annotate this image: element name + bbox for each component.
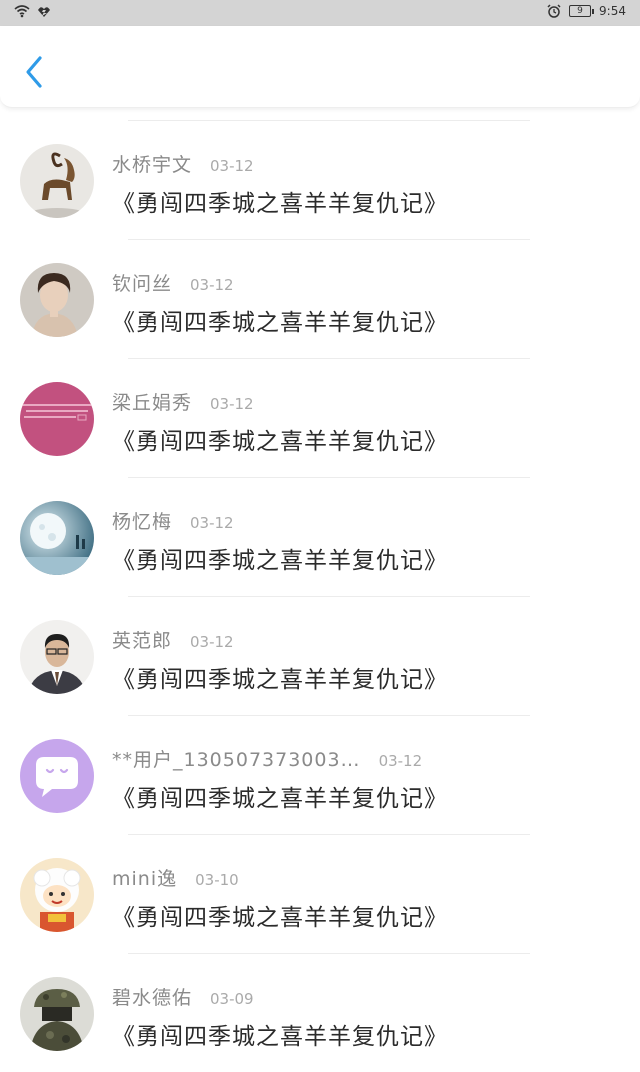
list-item[interactable]: mini逸 03-10 《勇闯四季城之喜羊羊复仇记》 — [0, 834, 640, 953]
comment-title[interactable]: 《勇闯四季城之喜羊羊复仇记》 — [112, 779, 448, 813]
comment-date: 03-12 — [210, 157, 254, 175]
comment-title[interactable]: 《勇闯四季城之喜羊羊复仇记》 — [112, 422, 448, 456]
avatar[interactable] — [20, 144, 94, 218]
battery-icon: 9 — [569, 5, 595, 17]
user-name[interactable]: 碧水德佑 — [112, 983, 192, 1010]
avatar[interactable] — [20, 382, 94, 456]
user-name[interactable]: mini逸 — [112, 864, 177, 891]
avatar[interactable] — [20, 501, 94, 575]
list-item[interactable]: 梁丘娟秀 03-12 《勇闯四季城之喜羊羊复仇记》 — [0, 358, 640, 477]
list-item[interactable]: 钦问丝 03-12 《勇闯四季城之喜羊羊复仇记》 — [0, 239, 640, 358]
divider — [128, 715, 530, 716]
list-item[interactable]: 水桥宇文 03-12 《勇闯四季城之喜羊羊复仇记》 — [0, 120, 640, 239]
avatar[interactable] — [20, 739, 94, 813]
comment-date: 03-12 — [190, 514, 234, 532]
divider — [128, 477, 530, 478]
comment-date: 03-12 — [190, 276, 234, 294]
divider — [128, 953, 530, 954]
list-item[interactable]: 碧水德佑 03-09 《勇闯四季城之喜羊羊复仇记》 — [0, 953, 640, 1072]
battery-level: 9 — [577, 5, 583, 16]
comment-title[interactable]: 《勇闯四季城之喜羊羊复仇记》 — [112, 541, 448, 575]
avatar[interactable] — [20, 977, 94, 1051]
comment-meta: 梁丘娟秀 03-12 — [112, 388, 254, 415]
list-item[interactable]: 杨忆梅 03-12 《勇闯四季城之喜羊羊复仇记》 — [0, 477, 640, 596]
header-bar — [0, 26, 640, 108]
status-bar: 9 9:54 — [0, 0, 640, 26]
comment-meta: 杨忆梅 03-12 — [112, 507, 234, 534]
user-name[interactable]: **用户_130507373003… — [112, 745, 361, 772]
wifi-icon — [14, 5, 30, 18]
comment-date: 03-10 — [195, 871, 239, 889]
status-time: 9:54 — [599, 4, 626, 18]
alarm-icon — [547, 4, 561, 18]
comment-meta: 英范郎 03-12 — [112, 626, 234, 653]
comment-date: 03-12 — [190, 633, 234, 651]
avatar[interactable] — [20, 620, 94, 694]
comment-meta: 水桥宇文 03-12 — [112, 150, 254, 177]
divider — [128, 596, 530, 597]
back-button[interactable] — [18, 52, 52, 92]
comment-title[interactable]: 《勇闯四季城之喜羊羊复仇记》 — [112, 898, 448, 932]
comment-date: 03-12 — [378, 752, 423, 770]
comment-meta: **用户_130507373003… 03-12 — [112, 745, 422, 772]
chevron-left-icon — [26, 56, 42, 88]
user-name[interactable]: 水桥宇文 — [112, 150, 192, 177]
avatar[interactable] — [20, 263, 94, 337]
user-name[interactable]: 英范郎 — [112, 626, 172, 653]
signal-icon — [38, 7, 50, 17]
list-item[interactable]: **用户_130507373003… 03-12 《勇闯四季城之喜羊羊复仇记》 — [0, 715, 640, 834]
list-item[interactable]: 英范郎 03-12 《勇闯四季城之喜羊羊复仇记》 — [0, 596, 640, 715]
comment-meta: mini逸 03-10 — [112, 864, 239, 891]
user-name[interactable]: 杨忆梅 — [112, 507, 172, 534]
status-right: 9 9:54 — [547, 4, 626, 18]
comment-title[interactable]: 《勇闯四季城之喜羊羊复仇记》 — [112, 303, 448, 337]
divider — [128, 358, 530, 359]
comment-meta: 钦问丝 03-12 — [112, 269, 234, 296]
user-name[interactable]: 梁丘娟秀 — [112, 388, 192, 415]
comment-list: 水桥宇文 03-12 《勇闯四季城之喜羊羊复仇记》 钦问丝 03-12 《勇闯四… — [0, 120, 640, 1072]
comment-title[interactable]: 《勇闯四季城之喜羊羊复仇记》 — [112, 660, 448, 694]
comment-date: 03-12 — [210, 395, 254, 413]
divider — [128, 120, 530, 121]
user-name[interactable]: 钦问丝 — [112, 269, 172, 296]
divider — [128, 239, 530, 240]
comment-title[interactable]: 《勇闯四季城之喜羊羊复仇记》 — [112, 184, 448, 218]
comment-meta: 碧水德佑 03-09 — [112, 983, 254, 1010]
avatar[interactable] — [20, 858, 94, 932]
status-left — [14, 4, 52, 18]
comment-date: 03-09 — [210, 990, 254, 1008]
comment-title[interactable]: 《勇闯四季城之喜羊羊复仇记》 — [112, 1017, 448, 1051]
divider — [128, 834, 530, 835]
